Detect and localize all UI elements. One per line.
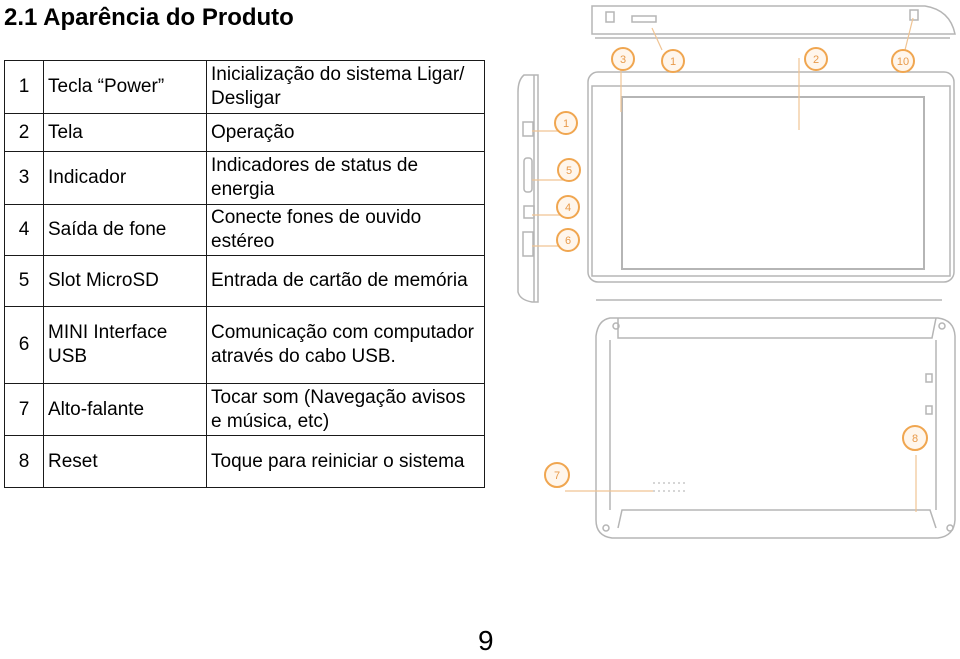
side-outline (517, 74, 539, 303)
part-number: 4 (4, 204, 44, 256)
front-bezel (591, 85, 951, 277)
parts-table: 1 Tecla “Power” Inicialização do sistema… (4, 60, 485, 488)
front-outline (587, 71, 955, 283)
callout-label: 4 (565, 202, 571, 214)
callout-label: 8 (912, 433, 918, 445)
callout-label: 1 (563, 118, 569, 130)
section-title: 2.1 Aparência do Produto (4, 4, 294, 31)
callout-marker: 5 (557, 158, 581, 182)
back-outline (595, 317, 956, 539)
callout-marker: 1 (554, 111, 578, 135)
top-edge-port-icon (605, 11, 615, 23)
table-row: 2 Tela Operação (4, 113, 485, 152)
device-back-view (595, 317, 956, 539)
table-row: 5 Slot MicroSD Entrada de cartão de memó… (4, 255, 485, 307)
callout-label: 6 (565, 235, 571, 247)
part-name: Tela (43, 113, 207, 152)
part-number: 2 (4, 113, 44, 152)
part-description: Toque para reiniciar o sistema (206, 435, 485, 488)
callout-marker: 8 (902, 425, 928, 451)
part-name: Reset (43, 435, 207, 488)
usb-port-icon (522, 231, 534, 257)
callout-label: 3 (620, 54, 626, 66)
part-description: Conecte fones de ouvido estéreo (206, 204, 485, 256)
back-port-icon (925, 373, 933, 383)
part-number: 3 (4, 151, 44, 205)
back-bottom-rail (617, 509, 937, 529)
part-number: 5 (4, 255, 44, 307)
device-front-view (587, 71, 955, 301)
screw-icon (938, 322, 946, 330)
part-name: Slot MicroSD (43, 255, 207, 307)
callout-label: 7 (554, 470, 560, 482)
table-row: 8 Reset Toque para reiniciar o sistema (4, 435, 485, 488)
part-name: Saída de fone (43, 204, 207, 256)
screw-icon (946, 524, 954, 532)
back-port-icon (925, 405, 933, 415)
part-number: 1 (4, 60, 44, 114)
top-edge-outline (591, 5, 956, 35)
table-row: 6 MINI Interface USB Comunicação com com… (4, 306, 485, 384)
callout-leaders (532, 17, 917, 512)
side-port-icon (522, 121, 534, 137)
power-key-icon (631, 15, 657, 23)
screw-icon (602, 524, 610, 532)
device-diagram: 3 1 2 10 1 5 4 6 7 8 (517, 5, 956, 539)
speaker-grille-icon (653, 482, 688, 492)
part-description: Tocar som (Navegação avisos e música, et… (206, 383, 485, 436)
device-side-view (517, 74, 539, 303)
part-name: MINI Interface USB (43, 306, 207, 384)
callout-marker: 7 (544, 462, 570, 488)
back-top-rail (617, 317, 937, 339)
part-number: 8 (4, 435, 44, 488)
part-description: Entrada de cartão de memória (206, 255, 485, 307)
callout-marker: 1 (661, 49, 685, 73)
table-row: 4 Saída de fone Conecte fones de ouvido … (4, 204, 485, 256)
headphone-jack-icon (523, 205, 535, 219)
part-description: Indicadores de status de energia (206, 151, 485, 205)
callout-marker: 6 (556, 228, 580, 252)
callout-marker: 3 (611, 47, 635, 71)
table-row: 3 Indicador Indicadores de status de ene… (4, 151, 485, 205)
microsd-slot-icon (523, 157, 533, 193)
top-edge-port-icon (909, 9, 919, 21)
part-name: Tecla “Power” (43, 60, 207, 114)
part-description: Operação (206, 113, 485, 152)
callout-marker: 4 (556, 195, 580, 219)
callout-label: 2 (813, 54, 819, 66)
device-top-edge-view (591, 5, 956, 39)
callout-marker: 10 (891, 49, 915, 73)
page-number: 9 (478, 625, 494, 656)
part-number: 7 (4, 383, 44, 436)
part-name: Alto-falante (43, 383, 207, 436)
callout-label: 5 (566, 165, 572, 177)
table-row: 7 Alto-falante Tocar som (Navegação avis… (4, 383, 485, 436)
table-row: 1 Tecla “Power” Inicialização do sistema… (4, 60, 485, 114)
callouts: 3 1 2 10 1 5 4 6 7 8 (544, 47, 928, 488)
callout-label: 10 (897, 56, 909, 68)
callout-label: 1 (670, 56, 676, 68)
part-name: Indicador (43, 151, 207, 205)
part-description: Inicialização do sistema Ligar/ Desligar (206, 60, 485, 114)
callout-marker: 2 (804, 47, 828, 71)
part-description: Comunicação com computador através do ca… (206, 306, 485, 384)
screen-area (621, 96, 925, 270)
part-number: 6 (4, 306, 44, 384)
